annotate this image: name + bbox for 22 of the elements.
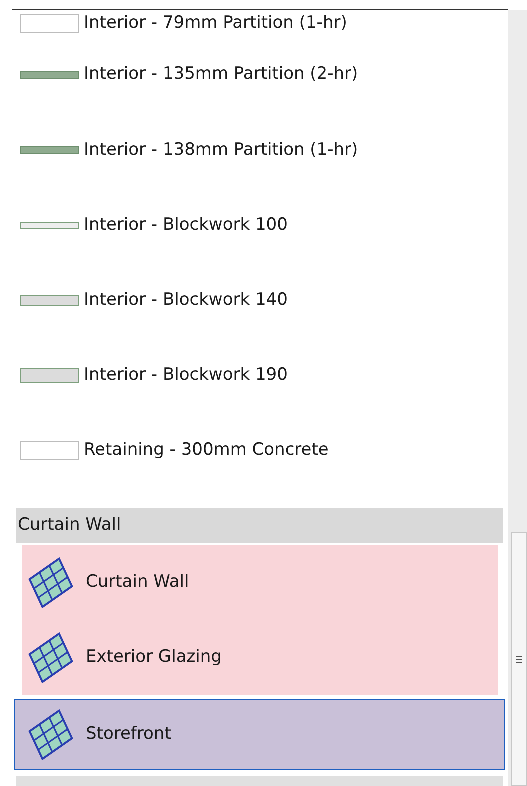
wall-type-label[interactable]: Interior - 138mm Partition (1-hr) [84,138,358,164]
wall-swatch [20,14,79,34]
wall-type-label[interactable]: Interior - 79mm Partition (1-hr) [84,11,348,37]
wall-swatch [20,441,79,460]
group-header[interactable]: Curtain Wall [16,508,503,543]
wall-type-label[interactable]: Interior - Blockwork 100 [84,212,288,238]
curtain-type-item[interactable]: Storefront [14,699,505,770]
scrollbar[interactable] [508,10,527,786]
wall-type-label[interactable]: Interior - 135mm Partition (2-hr) [84,62,358,88]
wall-swatch [20,295,79,306]
wall-type-label[interactable]: Interior - Blockwork 190 [84,362,288,388]
wall-type-label[interactable]: Retaining - 300mm Concrete [84,438,329,464]
wall-swatch [20,368,79,384]
group-header[interactable] [16,776,503,786]
wall-swatch [20,71,79,80]
wall-swatch [20,146,79,154]
wall-swatch [20,222,79,229]
curtain-type-item[interactable]: Exterior Glazing [22,620,498,695]
scrollbar-thumb[interactable] [511,532,527,786]
wall-type-label[interactable]: Interior - Blockwork 140 [84,288,288,314]
curtain-type-item[interactable]: Curtain Wall [22,545,498,620]
grip-icon [516,656,522,662]
